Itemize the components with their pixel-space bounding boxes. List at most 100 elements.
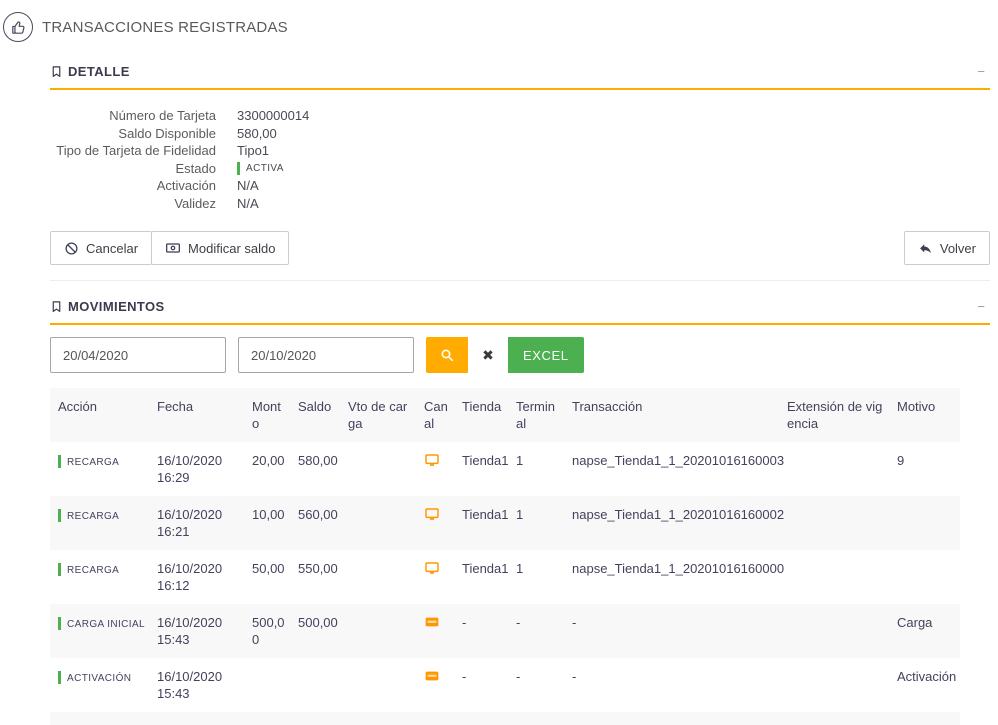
terminal-cell: -: [516, 615, 521, 630]
detail-field-value: Tipo1: [237, 143, 270, 158]
bookmark-icon: [50, 65, 63, 78]
motivo-cell: Carga: [897, 615, 933, 630]
accion-cell: RECARGA: [50, 496, 157, 550]
column-header: Transacción: [572, 399, 643, 414]
movimientos-collapse-toggle[interactable]: −: [972, 299, 990, 314]
status-indicator-bar: [58, 509, 61, 522]
cancelar-button[interactable]: Cancelar: [50, 231, 153, 265]
clear-filter-button[interactable]: ✖: [468, 337, 508, 373]
card-icon: [424, 614, 450, 630]
column-header: Vto de carga: [348, 399, 408, 431]
detail-field-row: Número de Tarjeta 3300000014: [50, 107, 990, 125]
card-icon: [424, 668, 450, 684]
status-indicator-bar: [58, 455, 61, 468]
detail-field-value: N/A: [237, 195, 259, 211]
fecha-cell: 16/10/2020 15:43: [157, 669, 223, 701]
saldo-cell: 500,00: [298, 615, 338, 630]
detalle-button-group: Cancelar Modificar saldo: [50, 231, 290, 265]
table-row: RECARGA 16/10/2020 16:29 20,00 580,00 Tiend…: [50, 442, 960, 496]
column-header: Canal: [424, 399, 448, 431]
date-from-input[interactable]: [50, 337, 226, 373]
detail-field-row: Tipo de Tarjeta de Fidelidad Tipo1: [50, 142, 990, 160]
detail-field-label: Número de Tarjeta: [109, 108, 216, 123]
saldo-cell: 560,00: [298, 507, 338, 522]
terminal-cell: -: [516, 669, 521, 684]
ban-icon: [64, 241, 79, 256]
detail-field-row: Validez N/A: [50, 195, 990, 213]
volver-button[interactable]: Volver: [903, 231, 990, 265]
monto-cell: 10,00: [252, 507, 285, 522]
column-header: Extensión de vigencia: [787, 399, 883, 431]
detail-field-label: Activación: [156, 178, 216, 193]
vto-de-carga-cell: [348, 658, 424, 712]
column-header: Monto: [252, 399, 281, 431]
table-footer-strip: [50, 712, 960, 725]
monitor-icon: [424, 452, 450, 468]
page-title: TRANSACCIONES REGISTRADAS: [42, 18, 288, 36]
magnifier-icon: [439, 347, 455, 363]
detalle-actions-row: Cancelar Modificar saldo Volver: [50, 220, 990, 281]
terminal-cell: 1: [516, 561, 524, 576]
monto-cell: 50,00: [252, 561, 285, 576]
movimientos-panel: MOVIMIENTOS − ✖ EXCEL Acción Fecha Monto Sa…: [50, 289, 990, 725]
extension-de-vigencia-cell: [787, 496, 897, 550]
extension-de-vigencia-cell: [787, 442, 897, 496]
tienda-cell: -: [462, 669, 467, 684]
tienda-cell: Tienda1: [462, 561, 509, 576]
table-row: RECARGA 16/10/2020 16:21 10,00 560,00 Tiend…: [50, 496, 960, 550]
detail-field-value: ACTIVA: [237, 160, 284, 178]
accion-cell: RECARGA: [50, 442, 157, 496]
vto-de-carga-cell: [348, 604, 424, 658]
movimientos-panel-header: MOVIMIENTOS −: [50, 289, 990, 325]
table-row: ACTIVACIÓN 16/10/2020 15:43 - - - Activación: [50, 658, 960, 712]
modificar-saldo-button[interactable]: Modificar saldo: [151, 231, 290, 265]
status-indicator-bar: [58, 563, 61, 576]
page-header: TRANSACCIONES REGISTRADAS: [0, 0, 998, 46]
status-indicator-bar: [58, 617, 61, 630]
column-header: Tienda: [462, 399, 502, 414]
detalle-panel: DETALLE − Número de Tarjeta 3300000014 S…: [50, 54, 990, 281]
terminal-cell: 1: [516, 453, 524, 468]
monto-cell: [252, 658, 298, 712]
movimientos-table: Acción Fecha Monto Saldo Vto de carga Canal Ti…: [50, 388, 960, 712]
monto-cell: 20,00: [252, 453, 285, 468]
detail-field-label: Tipo de Tarjeta de Fidelidad: [56, 143, 216, 158]
motivo-cell: 9: [897, 453, 905, 468]
monitor-icon: [424, 506, 450, 522]
fecha-cell: 16/10/2020 15:43: [157, 615, 223, 647]
transaccion-cell: -: [572, 615, 577, 630]
detail-field-row: Activación N/A: [50, 177, 990, 195]
vto-de-carga-cell: [348, 442, 424, 496]
volver-label: Volver: [939, 240, 976, 256]
monto-cell: 500,00: [252, 615, 285, 647]
transaccion-cell: napse_Tienda1_1_20201016160002: [572, 507, 785, 522]
detalle-title: DETALLE: [68, 64, 130, 79]
transaccion-cell: napse_Tienda1_1_20201016160003: [572, 453, 785, 468]
column-header: Fecha: [157, 399, 194, 414]
filter-row: ✖ EXCEL: [50, 337, 990, 373]
accion-cell: CARGA INICIAL: [50, 604, 157, 658]
motivo-cell: [897, 496, 960, 550]
extension-de-vigencia-cell: [787, 658, 897, 712]
tienda-cell: -: [462, 615, 467, 630]
detail-field-label: Estado: [175, 160, 216, 176]
table-header-row: Acción Fecha Monto Saldo Vto de carga Canal Ti…: [50, 388, 960, 442]
search-button[interactable]: [426, 337, 468, 373]
detail-field-value: 580,00: [237, 125, 277, 141]
tienda-cell: Tienda1: [462, 507, 509, 522]
accion-cell: RECARGA: [50, 550, 157, 604]
detail-fields: Número de Tarjeta 3300000014 Saldo Dispo…: [50, 90, 990, 220]
canal-cell: [424, 442, 462, 496]
bookmark-icon: [50, 300, 63, 313]
date-to-input[interactable]: [238, 337, 414, 373]
detalle-collapse-toggle[interactable]: −: [972, 64, 990, 79]
detail-field-label: Saldo Disponible: [118, 125, 216, 141]
detalle-panel-header: DETALLE −: [50, 54, 990, 90]
column-header: Acción: [58, 399, 98, 414]
excel-button[interactable]: EXCEL: [508, 337, 584, 373]
canal-cell: [424, 658, 462, 712]
transaccion-cell: -: [572, 669, 577, 684]
accion-cell: ACTIVACIÓN: [50, 658, 157, 712]
status-indicator-bar: [58, 671, 61, 684]
saldo-cell: 550,00: [298, 561, 338, 576]
